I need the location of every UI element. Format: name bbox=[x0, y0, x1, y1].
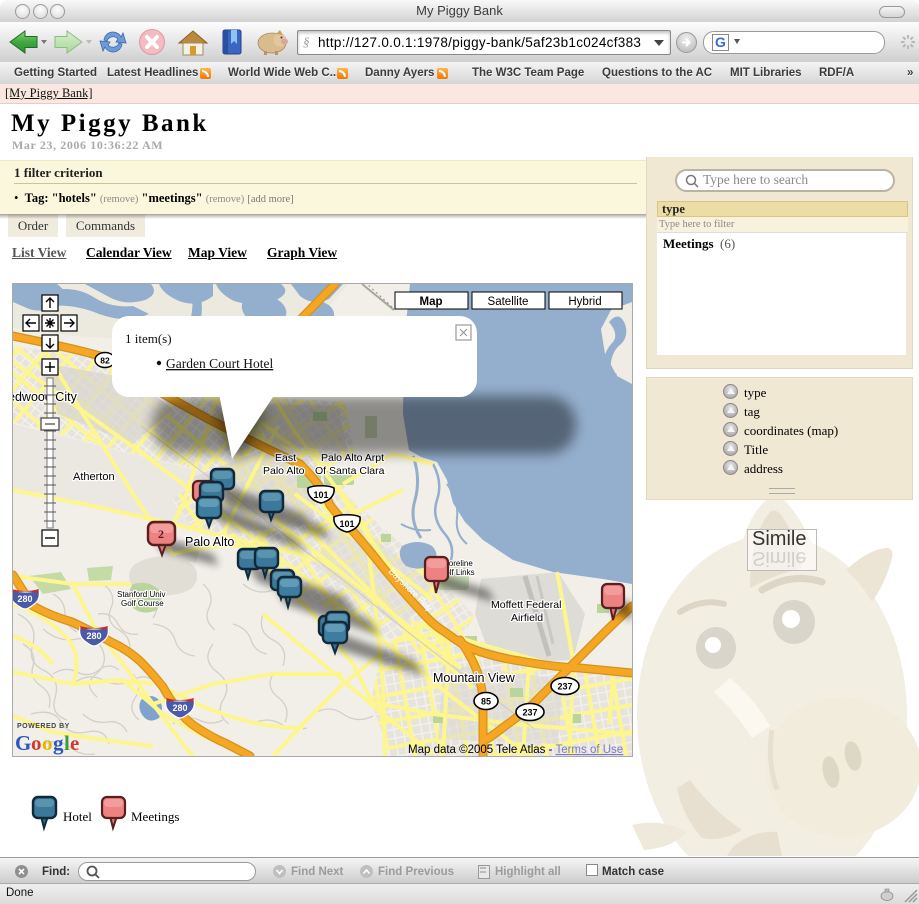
svg-text:Redwood City: Redwood City bbox=[13, 390, 78, 404]
svg-text:Palo Alto: Palo Alto bbox=[263, 465, 305, 477]
svg-text:Garden Court Hotel: Garden Court Hotel bbox=[166, 356, 273, 371]
svg-text:e: e bbox=[70, 731, 79, 755]
svg-text:2: 2 bbox=[158, 527, 164, 541]
svg-text:Mountain View: Mountain View bbox=[433, 671, 516, 685]
svg-text:101: 101 bbox=[339, 519, 354, 529]
svg-text:G: G bbox=[15, 731, 31, 755]
svg-text:o: o bbox=[31, 731, 42, 755]
svg-text:Palo Alto: Palo Alto bbox=[185, 535, 234, 549]
svg-text:Map: Map bbox=[420, 296, 443, 308]
svg-text:280: 280 bbox=[86, 631, 101, 641]
svg-text:Map data ©2005 Tele Atlas - Te: Map data ©2005 Tele Atlas - Terms of Use bbox=[408, 744, 623, 756]
svg-text:1 item(s): 1 item(s) bbox=[125, 331, 172, 346]
svg-text:Golf Course: Golf Course bbox=[121, 599, 164, 608]
svg-text:Airfield: Airfield bbox=[511, 612, 543, 624]
svg-text:o: o bbox=[42, 731, 53, 755]
svg-text:280: 280 bbox=[172, 703, 187, 713]
svg-text:Of Santa Clara: Of Santa Clara bbox=[315, 465, 385, 477]
svg-text:101: 101 bbox=[313, 490, 328, 500]
svg-text:85: 85 bbox=[481, 697, 491, 707]
svg-text:280: 280 bbox=[17, 594, 32, 604]
svg-text:Stanford Univ: Stanford Univ bbox=[117, 590, 165, 599]
svg-text:Satellite: Satellite bbox=[488, 296, 529, 308]
svg-text:Atherton: Atherton bbox=[73, 471, 115, 483]
svg-text:g: g bbox=[53, 731, 64, 755]
svg-text:Moffett Federal: Moffett Federal bbox=[491, 599, 561, 611]
svg-text:82: 82 bbox=[100, 356, 110, 366]
svg-text:237: 237 bbox=[557, 682, 572, 692]
svg-text:Hybrid: Hybrid bbox=[568, 296, 601, 308]
svg-text:237: 237 bbox=[522, 708, 537, 718]
svg-text:POWERED BY: POWERED BY bbox=[17, 723, 70, 730]
